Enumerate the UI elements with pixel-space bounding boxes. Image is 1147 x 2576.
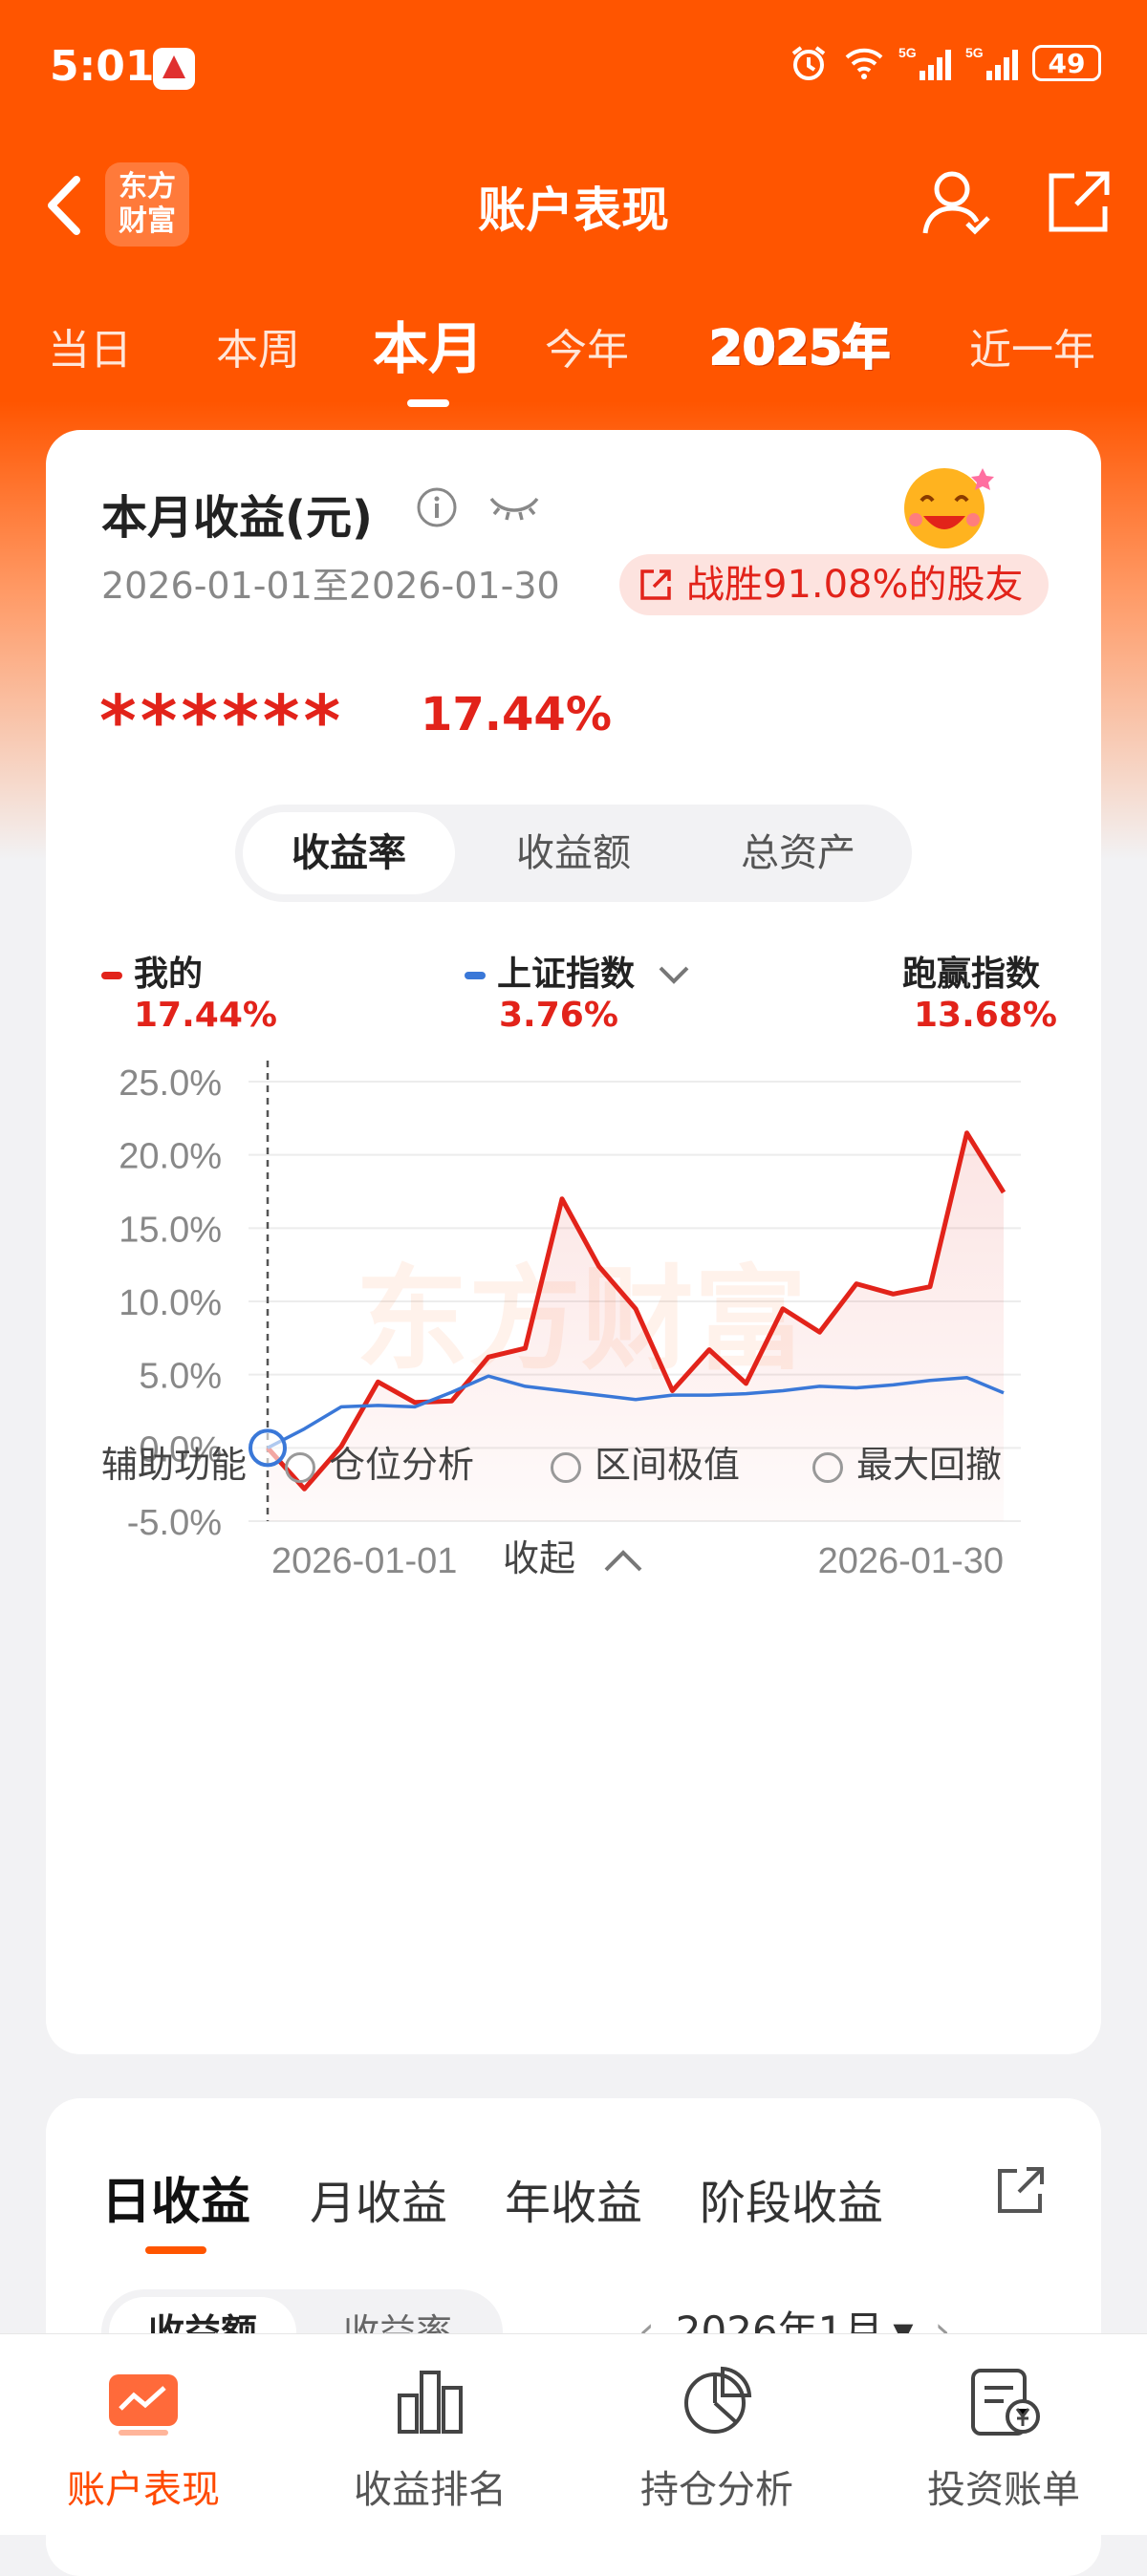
- bottom-nav: 账户表现 收益排名 持仓分析 投资账单: [0, 2333, 1147, 2535]
- performance-card: 本月收益(元) 2026-01-01至2026-01-30 战胜91.08%的股…: [46, 430, 1101, 2054]
- radio-icon: [285, 1451, 315, 1483]
- bottom-nav-ranking-label: 收益排名: [354, 2468, 507, 2512]
- tab-this-month-label: 本月: [373, 316, 485, 381]
- user-profile-icon[interactable]: [918, 164, 994, 241]
- legend-excess: 跑赢指数: [902, 955, 1041, 994]
- y-tick-label: 10.0%: [119, 1283, 222, 1323]
- legend-index-label: 上证指数: [497, 955, 636, 994]
- chart-card-icon: [109, 2374, 178, 2436]
- return-line-chart[interactable]: 25.0%20.0%15.0%10.0%5.0%0.0%-5.0%东方财富202…: [46, 1051, 1101, 1586]
- bottom-nav-ranking[interactable]: 收益排名: [287, 2361, 574, 2514]
- active-tab-indicator: [145, 2246, 206, 2254]
- tab-monthly-earnings[interactable]: 月收益: [310, 2165, 447, 2232]
- tab-this-year[interactable]: 今年: [545, 315, 629, 376]
- aux-option-drawdown-label: 最大回撤: [856, 1444, 1003, 1486]
- beat-friends-badge[interactable]: 战胜91.08%的股友: [619, 554, 1049, 615]
- bottom-nav-holdings[interactable]: 持仓分析: [574, 2361, 860, 2514]
- beat-friends-text: 战胜91.08%的股友: [686, 563, 1024, 607]
- wifi-icon: [845, 48, 883, 79]
- tab-daily-earnings-label: 日收益: [101, 2174, 251, 2231]
- y-tick-label: 25.0%: [119, 1063, 222, 1104]
- legend-excess-value: 13.68%: [914, 996, 1057, 1035]
- radio-icon: [551, 1451, 581, 1483]
- alarm-icon: [791, 46, 826, 80]
- card-title: 本月收益(元): [101, 491, 373, 545]
- tab-stage-earnings[interactable]: 阶段收益: [700, 2165, 883, 2232]
- tab-this-week[interactable]: 本周: [216, 315, 300, 376]
- battery-level: 49: [1032, 45, 1101, 81]
- metric-tab-rate[interactable]: 收益率: [243, 812, 455, 894]
- metric-switch: 收益率 收益额 总资产: [235, 805, 912, 902]
- return-rate: 17.44%: [421, 688, 612, 741]
- svg-text:5G: 5G: [965, 45, 984, 60]
- nav-bar: 东方 财富 账户表现: [0, 153, 1147, 258]
- legend-mine-swatch: [101, 972, 122, 979]
- y-tick-label: 5.0%: [139, 1357, 222, 1397]
- y-tick-label: 15.0%: [119, 1210, 222, 1250]
- metric-tab-assets[interactable]: 总资产: [692, 812, 904, 894]
- chevron-down-icon: [659, 966, 688, 984]
- collapse-label: 收起: [502, 1537, 575, 1579]
- tab-daily-earnings[interactable]: 日收益: [101, 2161, 251, 2254]
- active-tab-indicator: [407, 399, 449, 407]
- notification-app-icon: [153, 48, 195, 90]
- status-time: 5:01: [50, 42, 155, 91]
- signal-5g-icon-2: 5G: [965, 45, 1018, 80]
- period-tabs: 当日 本周 本月 今年 2025年 近一年: [0, 296, 1147, 407]
- tab-this-month[interactable]: 本月: [373, 304, 485, 407]
- status-bar: 5:01 5G 5G 49: [0, 0, 1147, 143]
- legend-index-swatch: [465, 972, 486, 979]
- aux-option-position-label: 仓位分析: [329, 1444, 475, 1486]
- bottom-nav-performance-label: 账户表现: [67, 2468, 220, 2512]
- radio-icon: [812, 1451, 843, 1483]
- metric-tab-amount[interactable]: 收益额: [467, 812, 680, 894]
- aux-option-position[interactable]: 仓位分析: [285, 1435, 474, 1488]
- aux-option-extremes-label: 区间极值: [595, 1444, 741, 1486]
- bottom-nav-performance[interactable]: 账户表现: [0, 2361, 287, 2514]
- hide-amount-icon[interactable]: [486, 487, 543, 526]
- chevron-up-icon: [604, 1549, 642, 1571]
- collapse-button[interactable]: 收起: [46, 1529, 1101, 1581]
- legend-mine: 我的: [101, 946, 203, 996]
- bill-icon: [971, 2369, 1040, 2436]
- signal-5g-icon: 5G: [898, 45, 951, 80]
- bar-chart-icon: [398, 2371, 463, 2434]
- legend-mine-value: 17.44%: [134, 996, 277, 1035]
- legend-index-value: 3.76%: [499, 996, 618, 1035]
- legend-index[interactable]: 上证指数: [465, 946, 693, 996]
- svg-text:5G: 5G: [898, 45, 917, 60]
- bottom-nav-bill[interactable]: 投资账单: [860, 2361, 1147, 2514]
- pie-chart-icon: [684, 2366, 752, 2434]
- share-small-icon: [640, 569, 671, 600]
- aux-label: 辅助功能: [101, 1444, 248, 1486]
- legend-mine-label: 我的: [134, 955, 204, 994]
- aux-option-drawdown[interactable]: 最大回撤: [812, 1435, 1002, 1488]
- date-range: 2026-01-01至2026-01-30: [101, 565, 560, 607]
- tab-today[interactable]: 当日: [48, 315, 132, 376]
- tab-yearly-earnings[interactable]: 年收益: [505, 2165, 642, 2232]
- export-icon[interactable]: [992, 2161, 1050, 2219]
- share-icon[interactable]: [1042, 166, 1115, 239]
- bottom-nav-bill-label: 投资账单: [927, 2468, 1080, 2512]
- happy-face-icon: [904, 468, 994, 548]
- tab-last-year[interactable]: 近一年: [969, 315, 1095, 376]
- info-icon[interactable]: [415, 485, 459, 529]
- aux-option-extremes[interactable]: 区间极值: [551, 1435, 740, 1488]
- start-point-marker: [249, 1428, 287, 1468]
- masked-amount: ******: [99, 680, 345, 762]
- y-tick-label: 20.0%: [119, 1137, 222, 1177]
- bottom-nav-holdings-label: 持仓分析: [640, 2468, 793, 2512]
- tab-2025[interactable]: 2025年: [708, 310, 891, 378]
